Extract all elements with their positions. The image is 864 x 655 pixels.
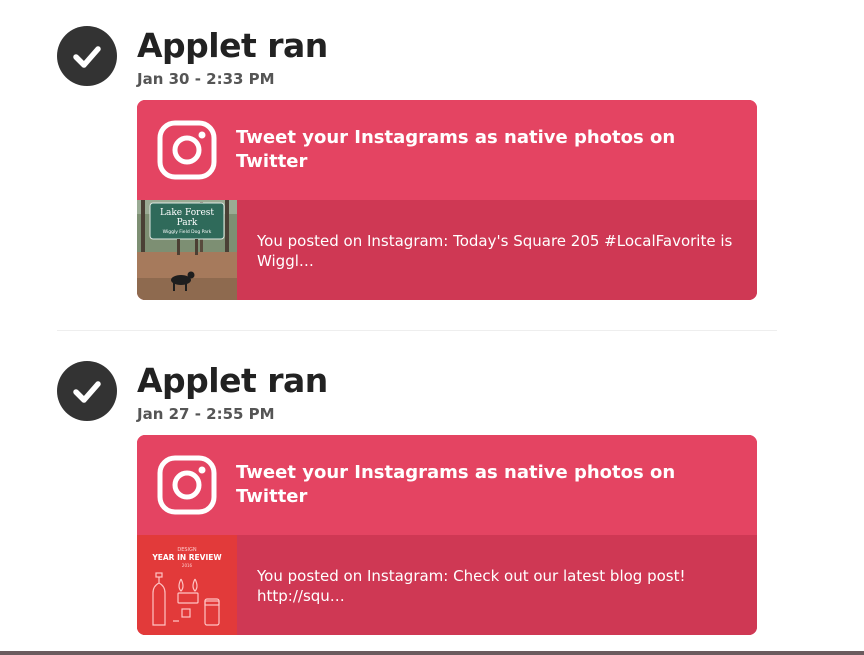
activity-detail: DESIGN YEAR IN REVIEW 2016 You posted on…	[137, 535, 757, 635]
check-circle-icon	[57, 26, 117, 86]
activity-title: Applet ran	[137, 26, 328, 65]
thumbnail-sign-line1: Lake Forest	[160, 208, 214, 218]
applet-header: Tweet your Instagrams as native photos o…	[137, 100, 757, 200]
divider	[57, 330, 777, 331]
page-bottom-edge	[0, 651, 864, 655]
activity-detail: Lake Forest Park Wiggly Field Dog Park Y…	[137, 200, 757, 300]
applet-header: Tweet your Instagrams as native photos o…	[137, 435, 757, 535]
thumbnail-sign-line3: Wiggly Field Dog Park	[163, 229, 212, 235]
applet-name: Tweet your Instagrams as native photos o…	[236, 127, 676, 172]
check-circle-icon	[57, 361, 117, 421]
activity-date: Jan 30 - 2:33 PM	[137, 70, 275, 88]
instagram-icon	[157, 455, 217, 515]
instagram-post-thumbnail: DESIGN YEAR IN REVIEW 2016	[137, 535, 237, 635]
activity-message: You posted on Instagram: Today's Square …	[257, 232, 733, 270]
applet-card[interactable]: Tweet your Instagrams as native photos o…	[137, 435, 757, 635]
activity-message: You posted on Instagram: Check out our l…	[257, 567, 686, 605]
instagram-icon	[157, 120, 217, 180]
activity-date: Jan 27 - 2:55 PM	[137, 405, 275, 423]
thumbnail-line3: 2016	[182, 563, 193, 568]
activity-title: Applet ran	[137, 361, 328, 400]
applet-card[interactable]: Tweet your Instagrams as native photos o…	[137, 100, 757, 300]
instagram-post-thumbnail: Lake Forest Park Wiggly Field Dog Park	[137, 200, 237, 300]
applet-name: Tweet your Instagrams as native photos o…	[236, 462, 676, 507]
thumbnail-sign-line2: Park	[177, 218, 198, 228]
thumbnail-line2: YEAR IN REVIEW	[151, 553, 222, 562]
